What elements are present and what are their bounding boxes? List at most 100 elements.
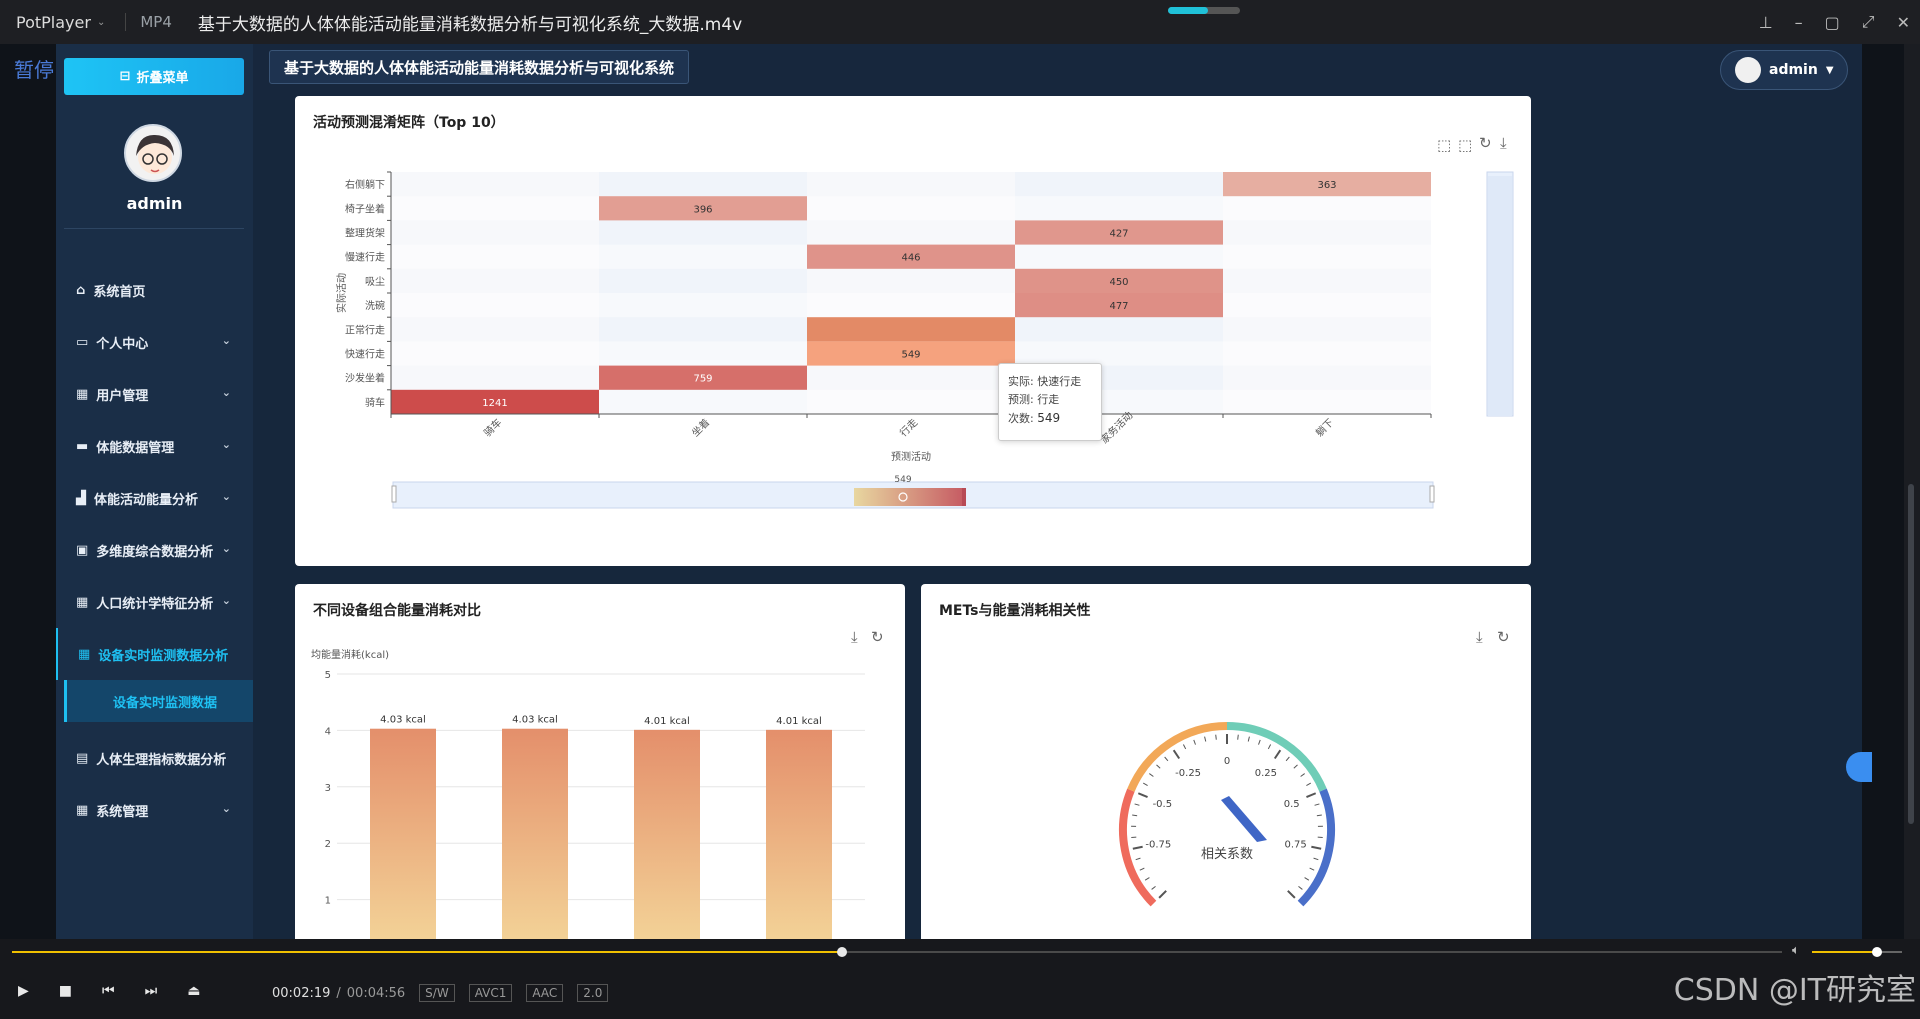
- x-tick-label: 行走: [897, 416, 920, 439]
- gauge-tick: [1258, 739, 1261, 745]
- page-title: 基于大数据的人体体能活动能量消耗数据分析与可视化系统: [269, 50, 690, 84]
- sidebar-item-label: 多维度综合数据分析: [96, 544, 214, 560]
- gauge-tick: [1309, 867, 1315, 871]
- tag-channels[interactable]: 2.0: [577, 984, 609, 1002]
- slider-right-handle: [1429, 485, 1435, 503]
- volume-slider[interactable]: [1812, 947, 1902, 957]
- sidebar-item[interactable]: ▦ 用户管理 ⌄: [56, 368, 253, 420]
- y-tick-label: 右侧躺下: [345, 178, 385, 191]
- next-icon[interactable]: ⏭︎: [145, 983, 158, 999]
- caret-down-icon: ▼: [1825, 64, 1834, 76]
- fullscreen-icon[interactable]: ⤢: [1862, 12, 1875, 32]
- sidebar-subitem[interactable]: 设备实时监测数据: [64, 680, 253, 722]
- sidebar: ⊟ 折叠菜单 admin ⌂ 系统首页 ▭ 个人中心 ⌄ ▦ 用户管理 ⌄ ▬ 体能数据管理 ⌄ ▟ 体能…: [56, 44, 253, 939]
- sidebar-item-label: 人体生理指标数据分析: [96, 752, 227, 768]
- tag-video-codec[interactable]: AVC1: [468, 984, 513, 1002]
- time-display: 00:02:19 / 00:04:56 S/W AVC1 AAC 2.0: [272, 984, 609, 1002]
- tooltip-count-label: 次数:: [1008, 412, 1034, 425]
- chevron-down-icon: ⌄: [221, 386, 231, 399]
- tooltip-count-row: 次数: 549: [1008, 409, 1092, 428]
- y-axis-label: 均能量消耗(kcal): [311, 648, 389, 661]
- tooltip-actual: 实际: 快速行走: [1008, 375, 1082, 388]
- sidebar-item[interactable]: ⌂ 系统首页: [56, 264, 253, 316]
- maximize-icon[interactable]: ▢: [1825, 13, 1840, 32]
- window-controls: ⊥ – ▢ ⤢ ✕: [1759, 0, 1910, 44]
- gauge-tick-label: 0.5: [1284, 799, 1300, 810]
- gauge-tick: [1134, 803, 1140, 806]
- y-tick-label: 正常行走: [345, 323, 385, 336]
- tooltip-predicted: 预测: 行走: [1008, 393, 1060, 406]
- eject-icon[interactable]: ⏏︎: [187, 983, 200, 999]
- gauge-tick: [1316, 814, 1322, 817]
- briefcase-icon: ▣: [76, 542, 89, 558]
- tag-sw[interactable]: S/W: [419, 984, 455, 1002]
- gauge-tick: [1311, 845, 1322, 850]
- gauge-tick: [1287, 890, 1296, 899]
- heatmap-cell: [807, 317, 1015, 342]
- heatmap-chart[interactable]: 363 396 427 446 450 477 549 759 1241 右侧躺下椅子坐着整理货架…: [295, 96, 1531, 566]
- gauge-tick-label: 0: [1224, 756, 1230, 767]
- gauge-tick: [1300, 773, 1305, 777]
- sidebar-item[interactable]: ▬ 体能数据管理 ⌄: [56, 420, 253, 472]
- sidebar-item-label: 设备实时监测数据分析: [98, 648, 229, 664]
- gauge-tick: [1137, 792, 1148, 799]
- x-tick-label: 骑车: [481, 416, 504, 439]
- time-separator: /: [336, 985, 341, 1001]
- collapse-icon: ⊟: [119, 69, 131, 84]
- sidebar-item-label: 体能数据管理: [96, 440, 175, 456]
- video-area[interactable]: 暂停 ⊟ 折叠菜单 admin ⌂ 系统首页 ▭ 个人中心 ⌄ ▦ 用户管理 ⌄…: [0, 44, 1920, 939]
- app-menu[interactable]: PotPlayer ⌄: [0, 13, 105, 32]
- collapse-menu-button[interactable]: ⊟ 折叠菜单: [64, 58, 244, 95]
- volume-icon[interactable]: 🔈︎: [1792, 943, 1800, 958]
- bar-value-label: 4.03 kcal: [512, 715, 558, 726]
- heatmap-row-bg: [391, 196, 1431, 221]
- visual-map-range: [854, 488, 964, 506]
- chevron-down-icon: ⌄: [221, 542, 231, 555]
- watermark: CSDN @IT研究室: [1673, 973, 1916, 1008]
- y-tick-label: 骑车: [365, 396, 385, 409]
- player-controls: 🔈︎ ▶ ■ ⏮︎ ⏭︎ ⏏︎ 00:02:19 / 00:04:56 S/W …: [0, 939, 1920, 1019]
- seek-handle[interactable]: [837, 947, 848, 957]
- gauge-tick: [1293, 764, 1298, 769]
- sidebar-item-label: 个人中心: [96, 336, 149, 352]
- sidebar-item[interactable]: ▤ 人体生理指标数据分析: [56, 732, 253, 784]
- grid-icon: ▦: [76, 802, 89, 818]
- seek-bar[interactable]: [12, 947, 1782, 957]
- sidebar-item[interactable]: ▦ 系统管理 ⌄: [56, 784, 253, 836]
- sidebar-item-label: 系统管理: [96, 804, 149, 820]
- sidebar-item[interactable]: ▦ 人口统计学特征分析 ⌄: [56, 576, 253, 628]
- gauge-tick: [1149, 773, 1154, 777]
- heatmap-row-bg: [391, 293, 1431, 318]
- gauge-tick: [1247, 736, 1250, 742]
- vertical-slider-range: [1488, 176, 1512, 416]
- close-icon[interactable]: ✕: [1897, 13, 1910, 32]
- sidebar-item[interactable]: ▟ 体能活动能量分析 ⌄: [56, 472, 253, 524]
- sidebar-item[interactable]: ▦ 设备实时监测数据分析: [56, 628, 253, 680]
- gauge-tick-label: -0.5: [1153, 799, 1173, 810]
- sidebar-item[interactable]: ▭ 个人中心 ⌄: [56, 316, 253, 368]
- tag-audio-codec[interactable]: AAC: [526, 984, 564, 1002]
- stop-icon[interactable]: ■: [59, 983, 72, 999]
- playback-buttons: ▶ ■ ⏮︎ ⏭︎ ⏏︎: [18, 983, 200, 999]
- gauge-tick: [1139, 867, 1145, 871]
- y-axis-label: 实际活动: [335, 273, 348, 313]
- play-icon[interactable]: ▶: [18, 983, 29, 999]
- clipboard-icon: ▤: [76, 750, 89, 766]
- gauge-tick-label: -0.75: [1145, 840, 1171, 851]
- user-dropdown[interactable]: admin ▼: [1720, 50, 1848, 90]
- bar-chart[interactable]: 均能量消耗(kcal) 1 2 3 4 5 4.03 kcal 4.03 kcal 4.01 k…: [295, 584, 905, 939]
- previous-icon[interactable]: ⏮︎: [102, 983, 115, 999]
- sidebar-item[interactable]: ▣ 多维度综合数据分析 ⌄: [56, 524, 253, 576]
- gauge-tick: [1298, 885, 1303, 890]
- title-bar: PotPlayer ⌄ MP4 基于大数据的人体体能活动能量消耗数据分析与可视化系…: [0, 0, 1920, 44]
- page-scrollbar[interactable]: [1904, 44, 1920, 939]
- y-tick-label: 4: [325, 726, 331, 737]
- gauge-tick: [1182, 744, 1187, 750]
- minimize-icon[interactable]: –: [1795, 13, 1803, 32]
- gauge-tick: [1156, 764, 1161, 769]
- divider: [64, 228, 244, 229]
- web-app: ⊟ 折叠菜单 admin ⌂ 系统首页 ▭ 个人中心 ⌄ ▦ 用户管理 ⌄ ▬ 体能数据管理 ⌄ ▟ 体能…: [56, 44, 1862, 939]
- pin-icon[interactable]: ⊥: [1759, 13, 1773, 32]
- bar: [766, 729, 832, 939]
- side-toggle-button[interactable]: [1846, 752, 1872, 782]
